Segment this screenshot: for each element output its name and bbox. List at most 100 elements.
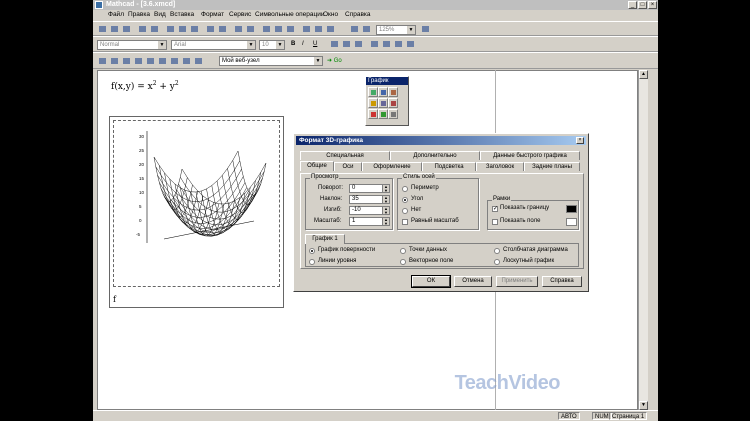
menu-view[interactable]: Вид	[154, 11, 166, 18]
animate-icon[interactable]	[388, 109, 398, 119]
spin-arrows-icon[interactable]: ▲ ▼	[382, 207, 389, 214]
menu-format[interactable]: Формат	[201, 11, 224, 18]
align-center-icon[interactable]	[341, 39, 352, 49]
menu-tools[interactable]: Сервис	[229, 11, 251, 18]
data-points-radio[interactable]	[400, 248, 406, 254]
align-bottom-icon[interactable]	[245, 24, 256, 34]
math-icon[interactable]	[325, 24, 336, 34]
patch-plot-radio[interactable]	[494, 259, 500, 265]
contour-plot-icon[interactable]	[368, 98, 378, 108]
underline-button[interactable]: U	[313, 41, 317, 47]
subscript-icon[interactable]	[393, 39, 404, 49]
zoom-select[interactable]: 125% ▼	[376, 25, 416, 35]
apply-button[interactable]: Применить	[496, 276, 538, 287]
new-icon[interactable]	[97, 24, 108, 34]
ok-button[interactable]: ОК	[411, 275, 451, 288]
insert-unit-icon[interactable]	[285, 24, 296, 34]
vector-field-radio[interactable]	[400, 259, 406, 265]
scroll-up-icon[interactable]: ▲	[639, 70, 648, 79]
align-right-icon[interactable]	[353, 39, 364, 49]
menu-symbolics[interactable]: Символьные операции	[255, 11, 324, 18]
tab-quickplot-data[interactable]: Данные быстрого графика	[480, 151, 580, 160]
menu-file[interactable]: Файл	[108, 11, 124, 18]
scroll-down-icon[interactable]: ▼	[639, 401, 648, 410]
redo-icon[interactable]	[217, 24, 228, 34]
calculus-icon[interactable]	[145, 56, 156, 66]
calculator-icon[interactable]	[97, 56, 108, 66]
symbolic-icon[interactable]	[193, 56, 204, 66]
close-button[interactable]: ×	[648, 1, 657, 9]
font-size-select[interactable]: 10 ▼	[259, 40, 285, 50]
cut-icon[interactable]	[165, 24, 176, 34]
border-color-swatch[interactable]	[566, 205, 577, 213]
equal-scale-checkbox[interactable]	[402, 219, 408, 225]
numbering-icon[interactable]	[381, 39, 392, 49]
minimize-button[interactable]: _	[628, 1, 637, 9]
bar-chart-radio[interactable]	[494, 248, 500, 254]
go-button[interactable]: ➜ Go	[327, 57, 342, 64]
component-icon[interactable]	[349, 24, 360, 34]
surface-plot-icon[interactable]	[388, 87, 398, 97]
save-icon[interactable]	[121, 24, 132, 34]
plot-wizard-icon[interactable]	[378, 109, 388, 119]
tab-lighting[interactable]: Подсветка	[422, 162, 476, 171]
calculate-icon[interactable]	[261, 24, 272, 34]
help-icon[interactable]	[420, 24, 431, 34]
help-button[interactable]: Справка	[542, 276, 582, 287]
tab-advanced[interactable]: Дополнительно	[390, 151, 480, 160]
menu-window[interactable]: Окно	[323, 11, 338, 18]
tab-general[interactable]: Общие	[300, 161, 334, 171]
align-icon[interactable]	[233, 24, 244, 34]
surface-plot-radio[interactable]	[309, 248, 315, 254]
axes-perimeter-radio[interactable]	[402, 186, 408, 192]
axes-corner-radio[interactable]	[402, 197, 408, 203]
contour-radio[interactable]	[309, 259, 315, 265]
paste-icon[interactable]	[189, 24, 200, 34]
vector-plot-icon[interactable]	[368, 109, 378, 119]
spin-arrows-icon[interactable]: ▲ ▼	[382, 218, 389, 225]
cancel-button[interactable]: Отмена	[454, 276, 492, 287]
vertical-scrollbar[interactable]: ▲ ▼	[638, 70, 648, 410]
function-definition[interactable]: f(x,y) = x2 + y2	[111, 80, 179, 92]
font-select[interactable]: Arial ▼	[171, 40, 256, 50]
menu-help[interactable]: Справка	[345, 11, 371, 18]
align-left-icon[interactable]	[329, 39, 340, 49]
maximize-button[interactable]: □	[638, 1, 647, 9]
menu-insert[interactable]: Вставка	[170, 11, 194, 18]
preview-icon[interactable]	[149, 24, 160, 34]
tab-backplanes[interactable]: Задние планы	[524, 162, 580, 171]
evaluation-icon[interactable]	[133, 56, 144, 66]
surface-plot-region[interactable]: 30 25 20 15 10 5 0 -5 f	[109, 116, 284, 308]
polar-plot-icon[interactable]	[378, 87, 388, 97]
spin-arrows-icon[interactable]: ▲ ▼	[382, 185, 389, 192]
insert-function-icon[interactable]	[273, 24, 284, 34]
bold-button[interactable]: B	[291, 41, 295, 47]
show-border-checkbox[interactable]: ✓	[492, 206, 498, 212]
web-address-select[interactable]: Мой веб-узел ▼	[219, 56, 323, 66]
tilt-input[interactable]: 35 ▲ ▼	[349, 195, 390, 204]
boolean-icon[interactable]	[157, 56, 168, 66]
copy-icon[interactable]	[177, 24, 188, 34]
bullets-icon[interactable]	[369, 39, 380, 49]
tab-graph-1[interactable]: График 1	[305, 234, 345, 244]
open-icon[interactable]	[109, 24, 120, 34]
greek-icon[interactable]	[181, 56, 192, 66]
spin-arrows-icon[interactable]: ▲ ▼	[382, 196, 389, 203]
tab-special[interactable]: Специальная	[300, 151, 390, 160]
scatter-plot-icon[interactable]	[378, 98, 388, 108]
tab-title[interactable]: Заголовок	[476, 162, 524, 171]
rotation-input[interactable]: 0 ▲ ▼	[349, 184, 390, 193]
programming-icon[interactable]	[169, 56, 180, 66]
insert-region-icon[interactable]	[301, 24, 312, 34]
tab-axes[interactable]: Оси	[334, 162, 362, 171]
menu-edit[interactable]: Правка	[128, 11, 150, 18]
hyperlink-icon[interactable]	[361, 24, 372, 34]
superscript-icon[interactable]	[405, 39, 416, 49]
field-color-swatch[interactable]	[566, 218, 577, 226]
bar-plot-icon[interactable]	[388, 98, 398, 108]
axes-none-radio[interactable]	[402, 208, 408, 214]
graph-icon[interactable]	[109, 56, 120, 66]
matrix-icon[interactable]	[121, 56, 132, 66]
tab-appearance[interactable]: Оформление	[362, 162, 422, 171]
xy-plot-icon[interactable]	[368, 87, 378, 97]
